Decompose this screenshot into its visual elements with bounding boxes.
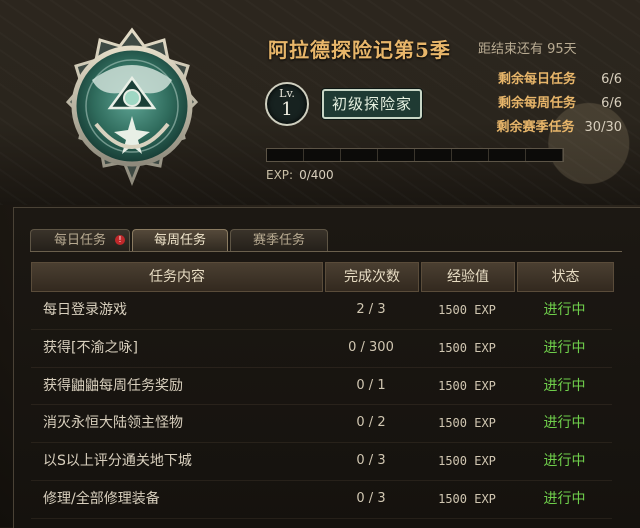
remaining-season-label: 剩余赛季任务 (496, 120, 575, 135)
tab-season-label: 赛季任务 (252, 233, 305, 248)
task-count: 0 / 1 (356, 377, 386, 393)
table-row[interactable]: 获得[不渝之咏] 0 / 300 1500 EXP 进行中 (31, 330, 612, 368)
remaining-weekly-value: 6/6 (601, 96, 622, 111)
season-emblem-icon (65, 27, 199, 187)
remaining-daily-label: 剩余每日任务 (497, 72, 576, 87)
remaining-daily-value: 6/6 (601, 72, 622, 87)
season-title: 阿拉德探险记第5季 (268, 38, 451, 62)
table-row[interactable]: 消灭永恒大陆领主怪物 0 / 2 1500 EXP 进行中 (31, 405, 612, 444)
tab-weekly-tasks[interactable]: 每周任务 (132, 229, 228, 252)
task-name: 获得鼬鼬每周任务奖励 (43, 377, 183, 394)
column-header-state: 状态 (517, 262, 614, 292)
tab-divider (30, 251, 622, 252)
column-header-exp: 经验值 (421, 262, 515, 292)
task-table-body: 每日登录游戏 2 / 3 1500 EXP 进行中 获得[不渝之咏] 0 / 3… (31, 292, 612, 519)
column-header-task: 任务内容 (31, 262, 323, 292)
task-name: 获得[不渝之咏] (43, 339, 138, 356)
remaining-season-value: 30/30 (584, 120, 622, 135)
task-exp: 1500 EXP (438, 378, 496, 393)
task-table-header: 任务内容 完成次数 经验值 状态 (31, 262, 614, 292)
level-value: 1 (281, 99, 293, 120)
table-row[interactable]: 修理/全部修理装备 0 / 3 1500 EXP 进行中 (31, 481, 612, 519)
task-state: 进行中 (543, 339, 586, 356)
task-state: 进行中 (543, 377, 586, 394)
task-state: 进行中 (543, 415, 586, 432)
remaining-weekly: 剩余每周任务 6/6 (498, 92, 622, 111)
task-exp: 1500 EXP (438, 416, 496, 431)
task-name: 消灭永恒大陆领主怪物 (43, 415, 183, 432)
task-count: 0 / 300 (348, 339, 394, 355)
task-state: 进行中 (543, 490, 586, 507)
exp-label: EXP: (266, 168, 294, 182)
alert-icon: ! (115, 235, 125, 245)
rank-title-badge: 初级探险家 (322, 89, 423, 119)
exp-progress-bar (266, 148, 564, 162)
task-exp: 1500 EXP (438, 491, 496, 506)
season-time-remaining: 距结束还有 95天 (478, 42, 577, 57)
tab-daily-label: 每日任务 (53, 233, 106, 248)
task-name: 以S以上评分通关地下城 (43, 453, 192, 470)
remaining-weekly-label: 剩余每周任务 (497, 96, 576, 111)
tab-season-tasks[interactable]: 赛季任务 (230, 229, 328, 252)
task-count: 0 / 3 (356, 490, 386, 506)
remaining-season: 剩余赛季任务 30/30 (497, 116, 622, 135)
task-state: 进行中 (543, 302, 586, 318)
column-header-count: 完成次数 (325, 262, 419, 292)
table-row[interactable]: 以S以上评分通关地下城 0 / 3 1500 EXP 进行中 (31, 443, 612, 481)
task-name: 每日登录游戏 (43, 302, 127, 318)
task-count: 0 / 3 (356, 453, 386, 469)
exp-readout: EXP: 0/400 (266, 168, 334, 182)
task-exp: 1500 EXP (438, 303, 496, 317)
task-count: 0 / 2 (356, 415, 386, 431)
exp-value: 0/400 (299, 168, 334, 182)
remaining-daily: 剩余每日任务 6/6 (498, 68, 622, 87)
table-row[interactable]: 每日登录游戏 2 / 3 1500 EXP 进行中 (31, 292, 612, 330)
task-exp: 1500 EXP (438, 454, 496, 469)
table-row[interactable]: 获得鼬鼬每周任务奖励 0 / 1 1500 EXP 进行中 (31, 368, 612, 406)
task-exp: 1500 EXP (438, 340, 496, 355)
tab-daily-tasks[interactable]: 每日任务 ! (30, 229, 130, 252)
task-count: 2 / 3 (356, 302, 386, 317)
tab-weekly-label: 每周任务 (153, 233, 206, 248)
level-badge-icon: Lv. 1 (265, 82, 309, 126)
task-state: 进行中 (543, 453, 586, 470)
task-name: 修理/全部修理装备 (43, 490, 160, 507)
